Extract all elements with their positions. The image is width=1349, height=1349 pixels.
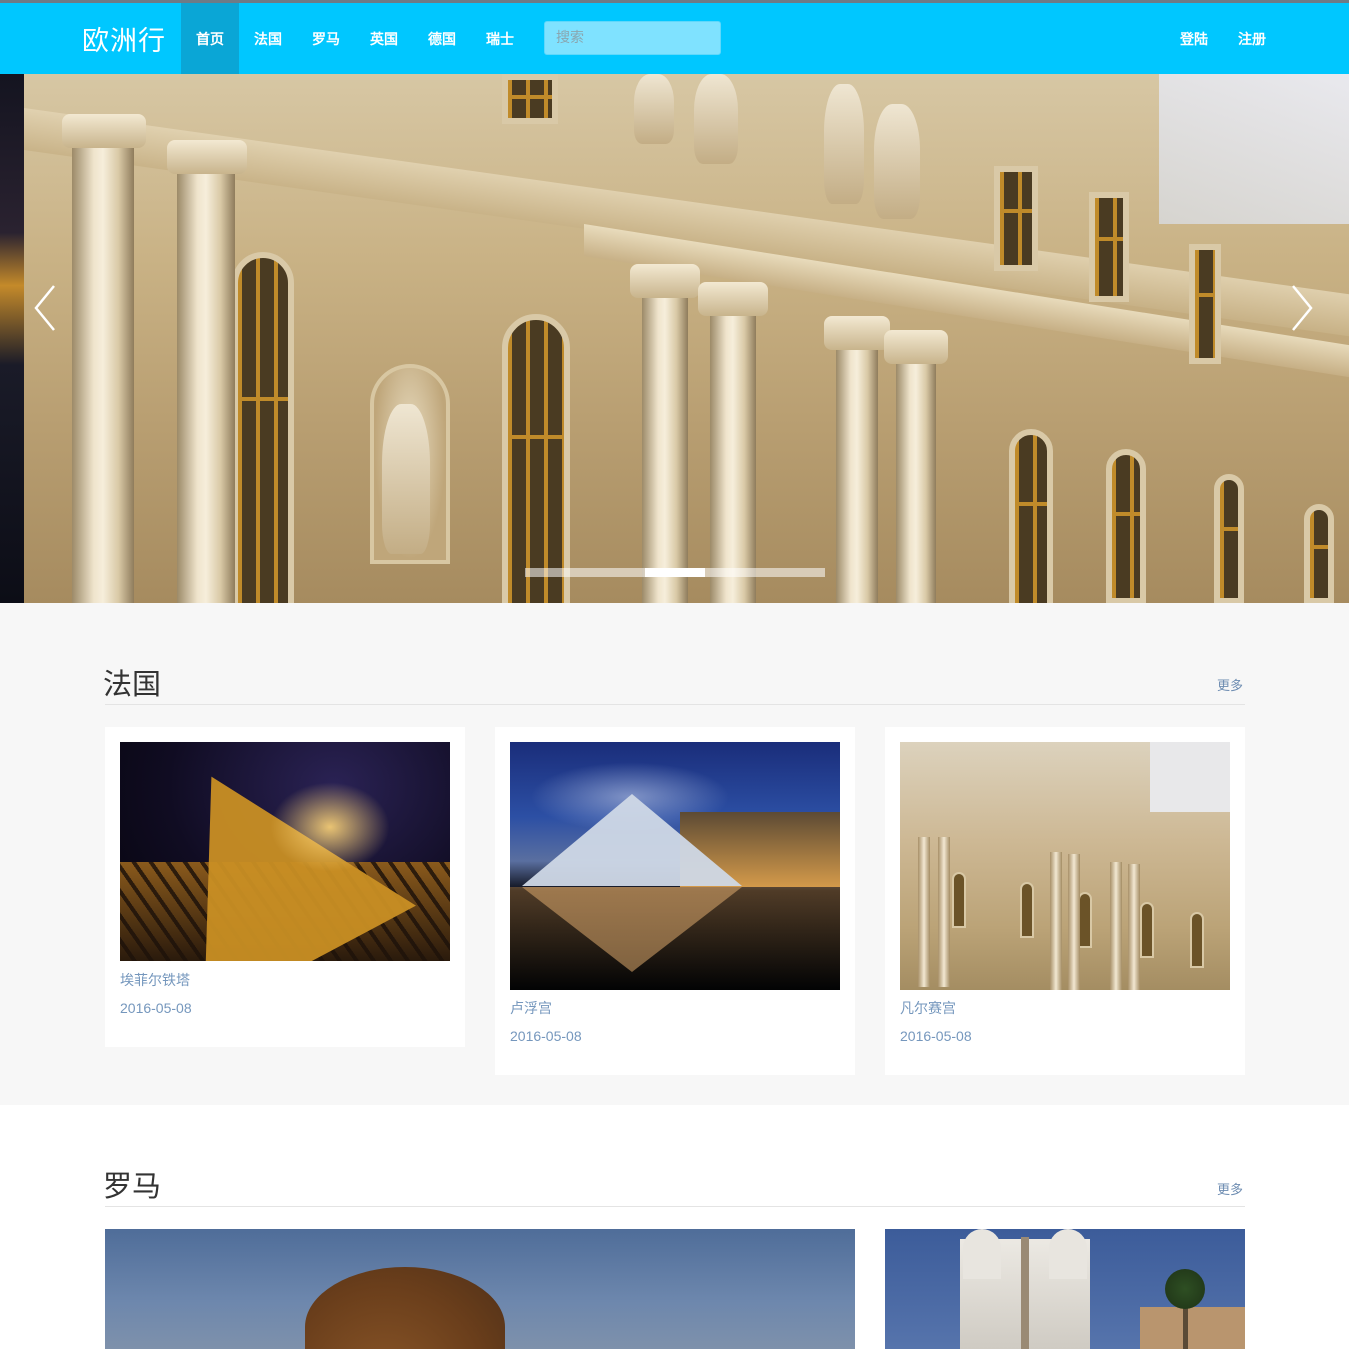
- slide-column-capital: [630, 264, 700, 298]
- slide-sky: [1159, 74, 1349, 224]
- slide-column-capital: [824, 316, 890, 350]
- slide-statue: [634, 74, 674, 144]
- carousel-indicators: [525, 568, 825, 577]
- palm-tree: [1165, 1269, 1205, 1309]
- more-link[interactable]: 更多: [1217, 1179, 1243, 1198]
- versailles-column: [1068, 854, 1080, 990]
- slide-column-capital: [62, 114, 146, 148]
- church-bell-tower: [1049, 1229, 1087, 1279]
- login-link[interactable]: 登陆: [1165, 3, 1223, 74]
- slide-window: [232, 252, 294, 603]
- carousel-indicator-1[interactable]: [525, 568, 585, 577]
- section-title: 罗马: [103, 1169, 162, 1203]
- slide-statue: [874, 104, 920, 219]
- nav-item-uk[interactable]: 英国: [355, 3, 413, 74]
- versailles-window: [1078, 892, 1092, 948]
- carousel-indicator-5[interactable]: [765, 568, 825, 577]
- carousel-prev-slide-peek: [0, 74, 24, 603]
- slide-column: [836, 336, 878, 603]
- card-louvre[interactable]: 卢浮宫 2016-05-08: [495, 727, 855, 1075]
- slide-window: [1214, 474, 1244, 603]
- register-link[interactable]: 注册: [1223, 3, 1281, 74]
- chevron-left-icon: [34, 285, 55, 331]
- chevron-right-icon: [1292, 285, 1313, 331]
- card-image-trinita-dei-monti[interactable]: [885, 1229, 1245, 1349]
- slide-window: [994, 166, 1038, 271]
- search-input[interactable]: [544, 21, 721, 55]
- card-versailles[interactable]: 凡尔赛宫 2016-05-08: [885, 727, 1245, 1075]
- nav-item-france[interactable]: 法国: [239, 3, 297, 74]
- nav-item-rome[interactable]: 罗马: [297, 3, 355, 74]
- carousel-slide-versailles: [24, 74, 1349, 603]
- card-title[interactable]: 凡尔赛宫: [900, 998, 956, 1018]
- versailles-window: [1140, 902, 1154, 958]
- slide-window: [1304, 504, 1334, 603]
- slide-column: [72, 134, 134, 603]
- versailles-column: [938, 837, 950, 987]
- slide-column: [177, 159, 235, 603]
- hero-carousel: [0, 74, 1349, 603]
- building-right: [1140, 1307, 1245, 1349]
- card-image-versailles[interactable]: [900, 742, 1230, 990]
- nav-item-germany[interactable]: 德国: [413, 3, 471, 74]
- card-eiffel-tower[interactable]: 埃菲尔铁塔 2016-05-08: [105, 727, 465, 1047]
- eiffel-glow: [270, 782, 390, 872]
- card-title[interactable]: 埃菲尔铁塔: [120, 970, 190, 990]
- card-image-eiffel-tower[interactable]: [120, 742, 450, 961]
- carousel-prev-button[interactable]: [28, 280, 62, 336]
- slide-statue: [824, 84, 864, 204]
- versailles-column: [1128, 864, 1140, 990]
- slide-column-capital: [167, 140, 247, 174]
- slide-window: [502, 314, 570, 603]
- slide-statue: [382, 404, 430, 554]
- section-france: 法国 更多 埃菲尔铁塔 2016-05-08 卢浮宫 2016-05-08 凡尔…: [0, 603, 1349, 1105]
- slide-statue: [694, 74, 738, 164]
- slide-column: [710, 302, 756, 603]
- auth-nav: 登陆 注册: [1165, 3, 1281, 74]
- section-header-rome: 罗马 更多: [103, 1163, 1245, 1207]
- card-image-colosseum[interactable]: [105, 1229, 855, 1349]
- louvre-reflection: [522, 887, 742, 972]
- slide-column-capital: [698, 282, 768, 316]
- brand-logo[interactable]: 欧洲行: [82, 19, 166, 58]
- section-rome: 罗马 更多: [0, 1105, 1349, 1349]
- navbar: 欧洲行 首页 法国 罗马 英国 德国 瑞士 登陆 注册: [0, 0, 1349, 74]
- versailles-column: [918, 837, 930, 987]
- carousel-next-button[interactable]: [1285, 280, 1319, 336]
- slide-column-capital: [884, 330, 948, 364]
- versailles-window: [1020, 882, 1034, 938]
- slide-window: [1009, 429, 1053, 603]
- slide-column: [642, 284, 688, 603]
- obelisk: [1021, 1237, 1029, 1349]
- versailles-window: [1190, 912, 1204, 968]
- church-bell-tower: [963, 1229, 1001, 1279]
- versailles-column: [1050, 852, 1062, 990]
- carousel-indicator-3[interactable]: [645, 568, 705, 577]
- slide-window: [1189, 244, 1221, 364]
- section-title: 法国: [103, 667, 162, 701]
- carousel-indicator-4[interactable]: [705, 568, 765, 577]
- card-date: 2016-05-08: [900, 1028, 972, 1044]
- versailles-column: [1110, 862, 1122, 990]
- carousel-indicator-2[interactable]: [585, 568, 645, 577]
- slide-window: [502, 74, 558, 124]
- louvre-pyramid: [522, 794, 742, 886]
- nav-item-switzerland[interactable]: 瑞士: [471, 3, 529, 74]
- card-image-louvre[interactable]: [510, 742, 840, 990]
- versailles-sky: [1150, 742, 1230, 812]
- versailles-window: [952, 872, 966, 928]
- nav-item-home[interactable]: 首页: [181, 3, 239, 74]
- card-date: 2016-05-08: [120, 1000, 192, 1016]
- card-date: 2016-05-08: [510, 1028, 582, 1044]
- more-link[interactable]: 更多: [1217, 675, 1243, 694]
- slide-column: [896, 350, 936, 603]
- card-title[interactable]: 卢浮宫: [510, 998, 552, 1018]
- main-nav: 首页 法国 罗马 英国 德国 瑞士: [181, 3, 529, 74]
- slide-window: [1106, 449, 1146, 603]
- colosseum-shape: [305, 1267, 505, 1349]
- section-header-france: 法国 更多: [103, 661, 1245, 705]
- slide-window: [1089, 192, 1129, 302]
